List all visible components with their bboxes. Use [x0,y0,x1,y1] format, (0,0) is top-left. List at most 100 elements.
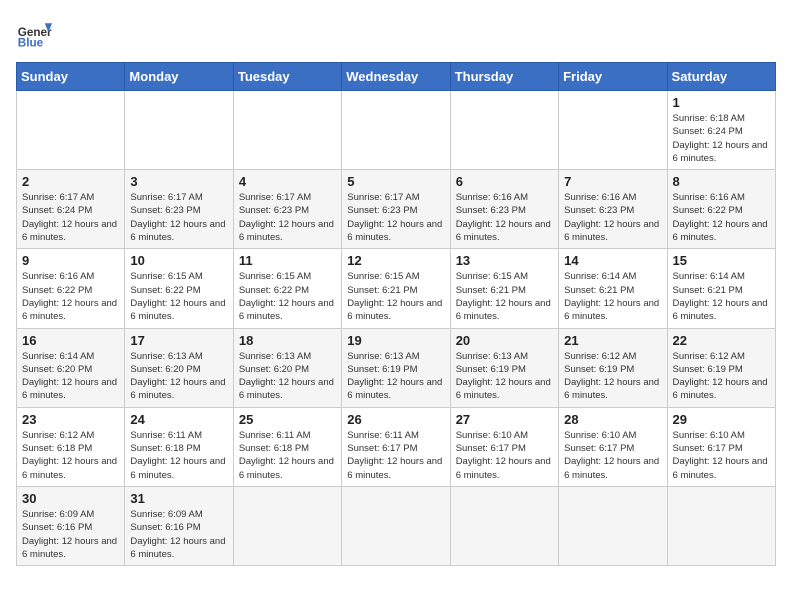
weekday-header-monday: Monday [125,63,233,91]
day-info: Sunrise: 6:12 AM Sunset: 6:18 PM Dayligh… [22,429,119,482]
day-info: Sunrise: 6:13 AM Sunset: 6:19 PM Dayligh… [456,350,553,403]
calendar-cell: 16 Sunrise: 6:14 AM Sunset: 6:20 PM Dayli… [17,328,125,407]
day-number: 15 [673,253,770,268]
day-info: Sunrise: 6:12 AM Sunset: 6:19 PM Dayligh… [564,350,661,403]
day-info: Sunrise: 6:11 AM Sunset: 6:18 PM Dayligh… [239,429,336,482]
calendar-cell: 9 Sunrise: 6:16 AM Sunset: 6:22 PM Daylig… [17,249,125,328]
day-number: 16 [22,333,119,348]
day-info: Sunrise: 6:10 AM Sunset: 6:17 PM Dayligh… [673,429,770,482]
day-info: Sunrise: 6:10 AM Sunset: 6:17 PM Dayligh… [456,429,553,482]
calendar-cell: 2Sunrise: 6:17 AM Sunset: 6:24 PM Daylig… [17,170,125,249]
day-number: 4 [239,174,336,189]
day-info: Sunrise: 6:17 AM Sunset: 6:24 PM Dayligh… [22,191,119,244]
day-info: Sunrise: 6:11 AM Sunset: 6:17 PM Dayligh… [347,429,444,482]
day-info: Sunrise: 6:14 AM Sunset: 6:20 PM Dayligh… [22,350,119,403]
calendar-cell: 5Sunrise: 6:17 AM Sunset: 6:23 PM Daylig… [342,170,450,249]
day-number: 6 [456,174,553,189]
calendar-cell: 27Sunrise: 6:10 AM Sunset: 6:17 PM Dayli… [450,407,558,486]
day-number: 14 [564,253,661,268]
calendar-cell: 28Sunrise: 6:10 AM Sunset: 6:17 PM Dayli… [559,407,667,486]
day-number: 11 [239,253,336,268]
day-number: 23 [22,412,119,427]
weekday-header-thursday: Thursday [450,63,558,91]
calendar-cell [233,486,341,565]
day-info: Sunrise: 6:13 AM Sunset: 6:19 PM Dayligh… [347,350,444,403]
calendar-cell: 6 Sunrise: 6:16 AM Sunset: 6:23 PM Daylig… [450,170,558,249]
calendar-cell: 21 Sunrise: 6:12 AM Sunset: 6:19 PM Dayli… [559,328,667,407]
calendar-cell: 30 Sunrise: 6:09 AM Sunset: 6:16 PM Dayli… [17,486,125,565]
day-info: Sunrise: 6:14 AM Sunset: 6:21 PM Dayligh… [673,270,770,323]
day-number: 26 [347,412,444,427]
week-row-6: 30 Sunrise: 6:09 AM Sunset: 6:16 PM Dayli… [17,486,776,565]
week-row-5: 23 Sunrise: 6:12 AM Sunset: 6:18 PM Dayli… [17,407,776,486]
calendar-cell: 14 Sunrise: 6:14 AM Sunset: 6:21 PM Dayli… [559,249,667,328]
calendar-cell: 25Sunrise: 6:11 AM Sunset: 6:18 PM Dayli… [233,407,341,486]
calendar-cell: 13Sunrise: 6:15 AM Sunset: 6:21 PM Dayli… [450,249,558,328]
day-info: Sunrise: 6:13 AM Sunset: 6:20 PM Dayligh… [130,350,227,403]
calendar-cell [342,91,450,170]
day-info: Sunrise: 6:09 AM Sunset: 6:16 PM Dayligh… [130,508,227,561]
day-number: 31 [130,491,227,506]
day-number: 9 [22,253,119,268]
calendar-cell: 17 Sunrise: 6:13 AM Sunset: 6:20 PM Dayli… [125,328,233,407]
weekday-header-row: SundayMondayTuesdayWednesdayThursdayFrid… [17,63,776,91]
week-row-3: 9 Sunrise: 6:16 AM Sunset: 6:22 PM Daylig… [17,249,776,328]
day-info: Sunrise: 6:09 AM Sunset: 6:16 PM Dayligh… [22,508,119,561]
day-info: Sunrise: 6:13 AM Sunset: 6:20 PM Dayligh… [239,350,336,403]
day-number: 10 [130,253,227,268]
logo: General Blue [16,16,52,52]
day-number: 24 [130,412,227,427]
day-info: Sunrise: 6:14 AM Sunset: 6:21 PM Dayligh… [564,270,661,323]
day-number: 30 [22,491,119,506]
calendar-cell: 26 Sunrise: 6:11 AM Sunset: 6:17 PM Dayli… [342,407,450,486]
day-info: Sunrise: 6:15 AM Sunset: 6:22 PM Dayligh… [239,270,336,323]
weekday-header-wednesday: Wednesday [342,63,450,91]
calendar-cell: 20Sunrise: 6:13 AM Sunset: 6:19 PM Dayli… [450,328,558,407]
calendar-cell: 3 Sunrise: 6:17 AM Sunset: 6:23 PM Daylig… [125,170,233,249]
weekday-header-saturday: Saturday [667,63,775,91]
calendar-cell [233,91,341,170]
calendar-cell: 7 Sunrise: 6:16 AM Sunset: 6:23 PM Daylig… [559,170,667,249]
day-info: Sunrise: 6:10 AM Sunset: 6:17 PM Dayligh… [564,429,661,482]
day-info: Sunrise: 6:11 AM Sunset: 6:18 PM Dayligh… [130,429,227,482]
day-info: Sunrise: 6:16 AM Sunset: 6:23 PM Dayligh… [564,191,661,244]
day-number: 8 [673,174,770,189]
day-info: Sunrise: 6:17 AM Sunset: 6:23 PM Dayligh… [239,191,336,244]
calendar-body: 1Sunrise: 6:18 AM Sunset: 6:24 PM Daylig… [17,91,776,566]
day-number: 1 [673,95,770,110]
calendar-cell: 23 Sunrise: 6:12 AM Sunset: 6:18 PM Dayli… [17,407,125,486]
day-info: Sunrise: 6:15 AM Sunset: 6:21 PM Dayligh… [456,270,553,323]
weekday-header-friday: Friday [559,63,667,91]
day-number: 21 [564,333,661,348]
calendar-cell: 1Sunrise: 6:18 AM Sunset: 6:24 PM Daylig… [667,91,775,170]
calendar-cell: 15 Sunrise: 6:14 AM Sunset: 6:21 PM Dayli… [667,249,775,328]
week-row-1: 1Sunrise: 6:18 AM Sunset: 6:24 PM Daylig… [17,91,776,170]
day-number: 17 [130,333,227,348]
day-number: 29 [673,412,770,427]
day-number: 5 [347,174,444,189]
calendar-cell: 31 Sunrise: 6:09 AM Sunset: 6:16 PM Dayli… [125,486,233,565]
day-number: 3 [130,174,227,189]
day-number: 18 [239,333,336,348]
day-info: Sunrise: 6:16 AM Sunset: 6:22 PM Dayligh… [22,270,119,323]
calendar-cell: 29 Sunrise: 6:10 AM Sunset: 6:17 PM Dayli… [667,407,775,486]
day-info: Sunrise: 6:16 AM Sunset: 6:23 PM Dayligh… [456,191,553,244]
calendar-cell [342,486,450,565]
week-row-4: 16 Sunrise: 6:14 AM Sunset: 6:20 PM Dayli… [17,328,776,407]
logo-icon: General Blue [16,16,52,52]
calendar-cell [559,486,667,565]
calendar-cell [667,486,775,565]
day-info: Sunrise: 6:17 AM Sunset: 6:23 PM Dayligh… [130,191,227,244]
calendar-cell [450,486,558,565]
header: General Blue [16,16,776,52]
day-number: 19 [347,333,444,348]
day-info: Sunrise: 6:16 AM Sunset: 6:22 PM Dayligh… [673,191,770,244]
calendar-cell: 4 Sunrise: 6:17 AM Sunset: 6:23 PM Daylig… [233,170,341,249]
day-info: Sunrise: 6:15 AM Sunset: 6:21 PM Dayligh… [347,270,444,323]
weekday-header-tuesday: Tuesday [233,63,341,91]
calendar-cell: 11 Sunrise: 6:15 AM Sunset: 6:22 PM Dayli… [233,249,341,328]
day-number: 7 [564,174,661,189]
calendar-cell: 10Sunrise: 6:15 AM Sunset: 6:22 PM Dayli… [125,249,233,328]
svg-text:Blue: Blue [18,37,44,50]
calendar-cell [450,91,558,170]
